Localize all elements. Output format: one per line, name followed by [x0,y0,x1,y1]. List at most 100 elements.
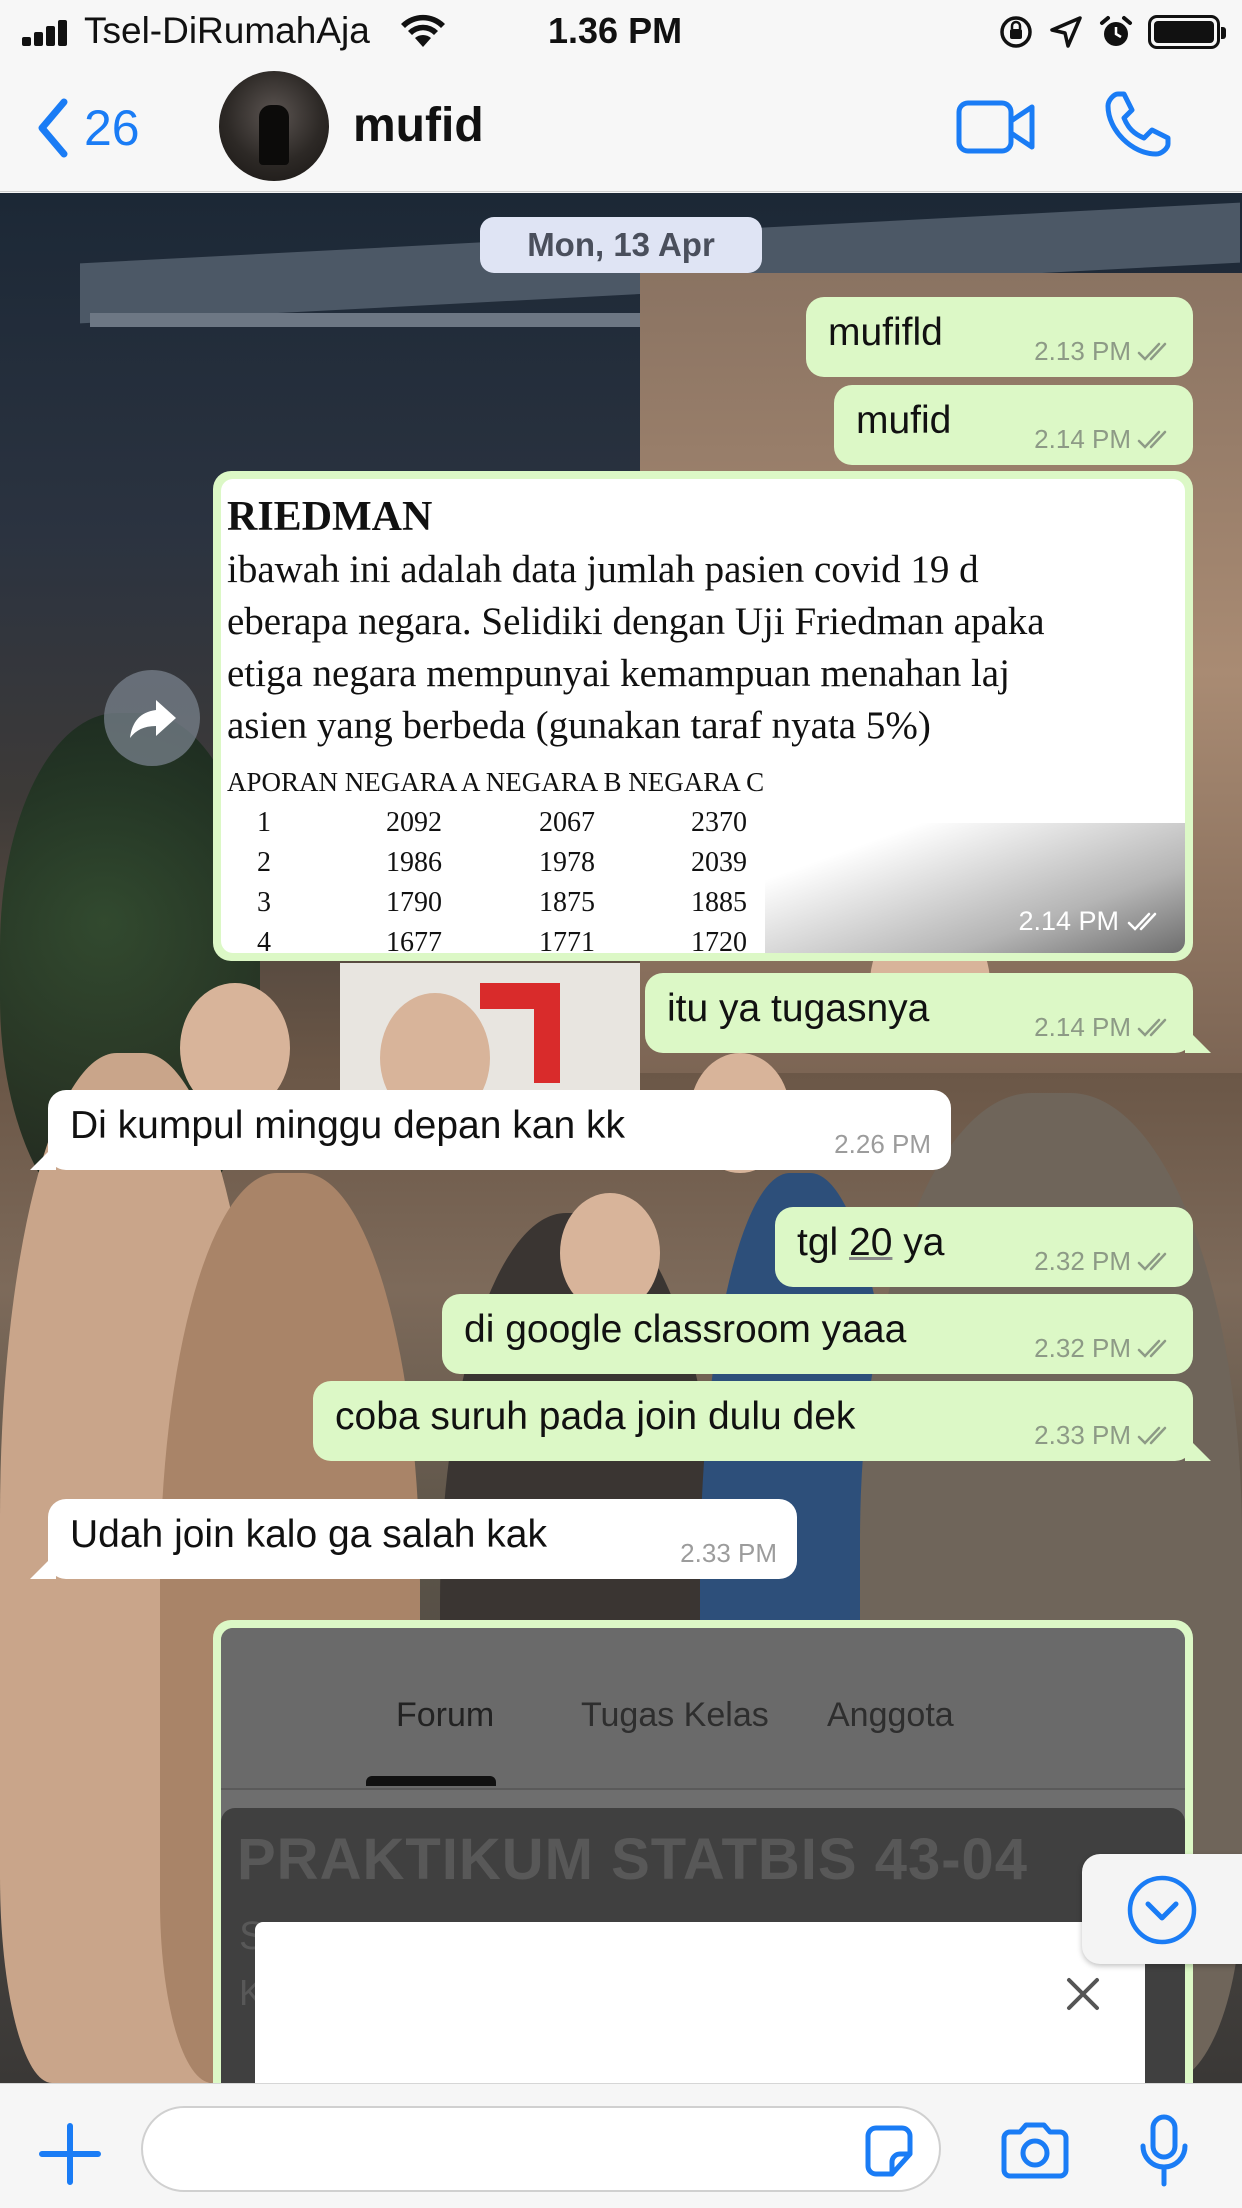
table-cell: 1720 [691,927,747,953]
message-meta: 2.33 PM [680,1538,777,1569]
outgoing-message[interactable]: di google classroom yaaa 2.32 PM [442,1294,1193,1374]
screenshot-tab: Forum [396,1696,495,1734]
message-meta: 2.26 PM [834,1129,931,1160]
message-meta: 2.14 PM [1034,1012,1173,1043]
message-input[interactable] [141,2106,941,2192]
chevron-left-icon [38,98,68,158]
bubble-tail [1185,1435,1211,1461]
wallpaper-beam [90,313,650,327]
status-icons [998,12,1226,52]
table-cell: 1885 [691,887,747,918]
message-time: 2.13 PM [1034,336,1131,366]
chat-area[interactable]: Mon, 13 Apr mufifld 2.13 PM mufid 2.14 P… [0,193,1242,2083]
rotation-lock-icon [1000,16,1032,48]
image-message[interactable]: Forum Tugas Kelas Anggota PRAKTIKUM STAT… [213,1620,1193,2083]
message-time: 2.33 PM [680,1538,777,1568]
screenshot-tab-indicator [366,1776,496,1786]
chat-header: 26 mufid [0,62,1242,192]
incoming-message[interactable]: Udah join kalo ga salah kak 2.33 PM [30,1499,797,1579]
video-camera-icon[interactable] [956,97,1036,157]
message-meta: 2.14 PM [1034,424,1173,455]
battery-icon [1148,15,1226,49]
close-icon [1067,1978,1099,2010]
table-cell: 2370 [691,807,747,838]
bubble-tail [30,1144,56,1170]
table-cell: 1790 [386,887,442,918]
message-time: 2.14 PM [1018,906,1119,936]
table-header: APORAN NEGARA A NEGARA B NEGARA C [227,767,765,797]
carrier-name: Tsel-DiRumahAja [84,10,370,51]
double-check-icon [1137,1339,1167,1358]
phone-icon[interactable] [1104,90,1172,158]
image-attachment[interactable]: RIEDMAN ibawah ini adalah data jumlah pa… [221,479,1185,953]
message-time: 2.14 PM [1034,424,1131,454]
date-separator: Mon, 13 Apr [480,217,762,273]
message-meta: 2.32 PM [1034,1333,1173,1364]
screenshot-tab: Tugas Kelas [581,1696,769,1734]
sticker-icon[interactable] [860,2122,918,2180]
table-cell: 2 [257,847,271,878]
double-check-icon [1137,1018,1167,1037]
message-meta: 2.13 PM [1034,336,1173,367]
message-time: 2.32 PM [1034,1246,1131,1276]
table-cell: 2067 [539,807,595,838]
clock-time: 1.36 PM [548,10,683,51]
image-attachment[interactable]: Forum Tugas Kelas Anggota PRAKTIKUM STAT… [221,1628,1185,2083]
message-text: itu ya tugasnya [667,987,930,1030]
wifi-icon [401,14,445,47]
message-text: coba suruh pada join dulu dek [335,1395,856,1438]
outgoing-message[interactable]: mufifld 2.13 PM [806,297,1193,377]
scroll-to-bottom-button[interactable] [1082,1854,1242,1964]
outgoing-message[interactable]: itu ya tugasnya 2.14 PM [645,973,1211,1053]
screenshot-dialog [255,1922,1145,2083]
screenshot-class-title: PRAKTIKUM STATBIS 43-04 [237,1827,1029,1892]
image-message[interactable]: RIEDMAN ibawah ini adalah data jumlah pa… [213,471,1193,961]
table-cell: 1 [257,807,271,838]
double-check-icon [1137,1426,1167,1445]
message-time: 2.26 PM [834,1129,931,1159]
message-time: 2.14 PM [1034,1012,1131,1042]
table-cell: 1677 [386,927,442,953]
status-bar: Tsel-DiRumahAja 1.36 PM [0,0,1242,62]
contact-name[interactable]: mufid [353,98,484,153]
plus-icon[interactable] [38,2122,102,2186]
chevron-down-circle-icon [1127,1875,1197,1945]
double-check-icon [1137,342,1167,361]
message-meta: 2.33 PM [1034,1420,1173,1451]
bubble-tail [1185,1027,1211,1053]
share-arrow-icon [130,700,176,738]
table-cell: 3 [257,887,271,918]
date-link[interactable]: 20 [849,1221,892,1264]
unread-count: 26 [84,100,140,156]
camera-icon[interactable] [998,2122,1072,2180]
document-line: etiga negara mempunyai kemampuan menahan… [227,652,1010,695]
contact-avatar[interactable] [219,71,329,181]
message-text: mufid [856,399,952,442]
message-meta: 2.14 PM [1018,906,1163,937]
outgoing-message[interactable]: mufid 2.14 PM [834,385,1193,465]
incoming-message[interactable]: Di kumpul minggu depan kan kk 2.26 PM [30,1090,951,1170]
bubble-tail [30,1553,56,1579]
table-cell: 2092 [386,807,442,838]
microphone-icon[interactable] [1138,2114,1190,2188]
double-check-icon [1137,1252,1167,1271]
wallpaper-sign-mark [480,983,560,1083]
message-text: tgl 20 ya [797,1221,944,1265]
document-line: asien yang berbeda (gunakan taraf nyata … [227,704,931,747]
screenshot-tab-bar: Forum Tugas Kelas Anggota [221,1628,1185,1790]
table-cell: 4 [257,927,271,953]
document-line: eberapa negara. Selidiki dengan Uji Frie… [227,600,1045,643]
back-button[interactable]: 26 [36,98,140,158]
message-text-part: tgl [797,1221,850,1264]
double-check-icon [1137,430,1167,449]
table-cell: 2039 [691,847,747,878]
outgoing-message[interactable]: coba suruh pada join dulu dek 2.33 PM [313,1381,1211,1461]
message-text: Udah join kalo ga salah kak [70,1513,547,1556]
message-time: 2.32 PM [1034,1333,1131,1363]
message-text: di google classroom yaaa [464,1308,907,1351]
table-cell: 1875 [539,887,595,918]
document-heading: RIEDMAN [227,494,433,540]
outgoing-message[interactable]: tgl 20 ya 2.32 PM [775,1207,1193,1287]
message-text: Di kumpul minggu depan kan kk [70,1104,625,1147]
forward-button[interactable] [104,670,200,766]
